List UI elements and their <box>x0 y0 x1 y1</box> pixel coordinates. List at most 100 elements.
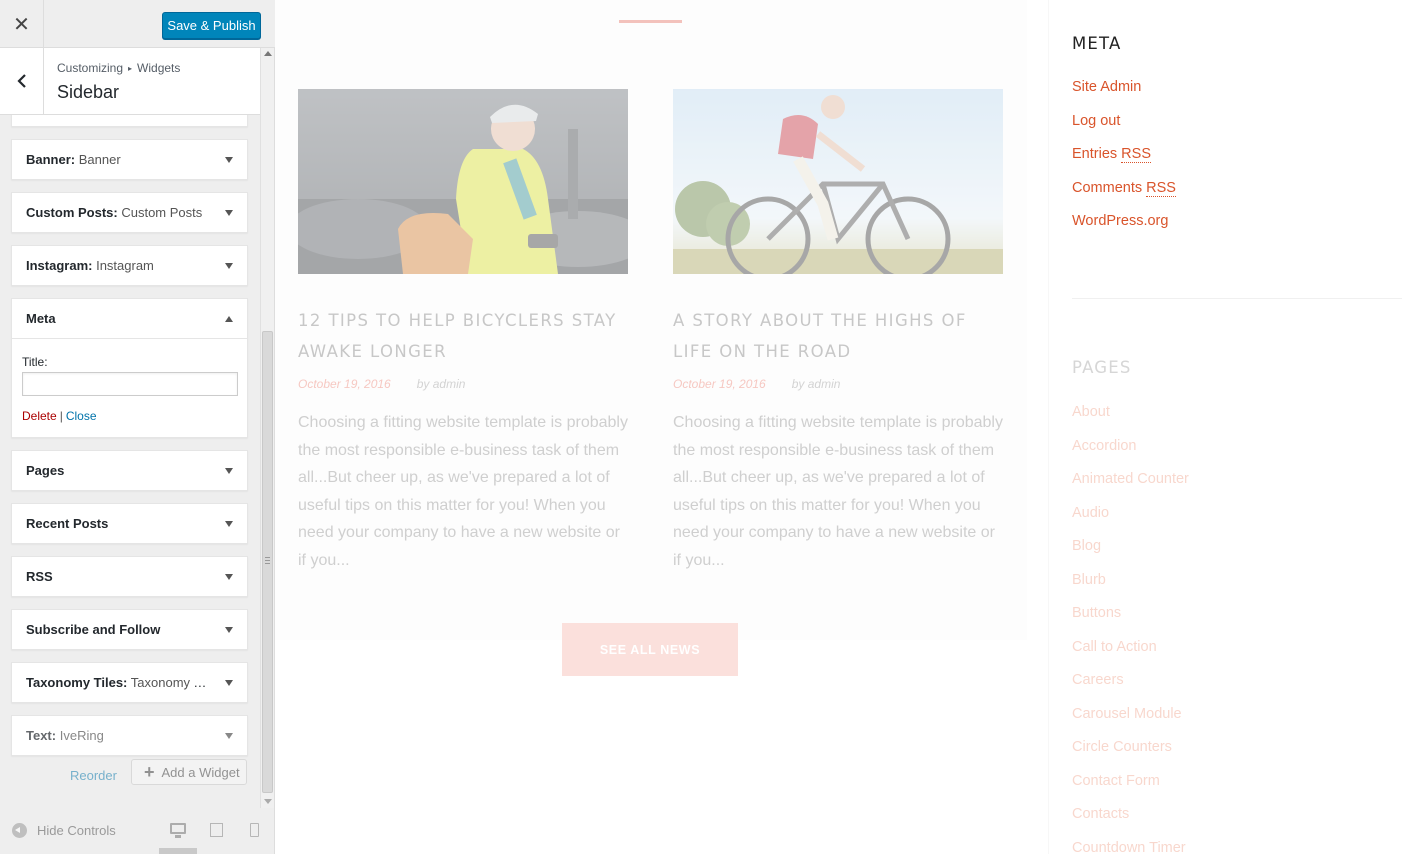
page-link[interactable]: Contact Form <box>1072 773 1160 789</box>
widget-pages[interactable]: Pages <box>11 450 248 491</box>
widget-type: Pages <box>26 463 65 478</box>
page-link[interactable]: About <box>1072 404 1110 420</box>
expand-arrow-icon[interactable] <box>225 262 233 269</box>
post-author[interactable]: by admin <box>417 377 466 391</box>
section-title: Sidebar <box>57 82 120 102</box>
expand-arrow-icon[interactable] <box>225 573 233 580</box>
add-widget-label: Add a Widget <box>161 764 240 780</box>
close-icon: ✕ <box>13 12 30 36</box>
widget-header[interactable]: Meta <box>12 299 247 338</box>
page-link[interactable]: Careers <box>1072 672 1124 688</box>
widget-header[interactable]: Banner: Banner <box>12 140 247 179</box>
meta-link-comments-rss[interactable]: Comments RSS <box>1072 180 1176 197</box>
widget-header[interactable]: RSS <box>12 557 247 596</box>
expand-arrow-icon[interactable] <box>225 520 233 527</box>
meta-link-site-admin[interactable]: Site Admin <box>1072 79 1141 95</box>
post-title[interactable]: 12 TIPS TO HELP BICYCLERS STAY AWAKE LON… <box>298 305 628 367</box>
widget-banner[interactable]: Banner: Banner <box>11 139 248 180</box>
expand-arrow-icon[interactable] <box>225 679 233 686</box>
widget-type: Subscribe and Follow <box>26 622 161 637</box>
news-post: A STORY ABOUT THE HIGHS OF LIFE ON THE R… <box>673 89 1003 574</box>
delete-link[interactable]: Delete <box>22 409 57 423</box>
reorder-link[interactable]: Reorder <box>70 768 117 783</box>
hide-controls-label: Hide Controls <box>37 823 116 838</box>
breadcrumb: Customizing ▸ Widgets <box>57 61 180 75</box>
widget-type: Recent Posts <box>26 516 109 531</box>
post-image[interactable] <box>673 89 1003 274</box>
breadcrumb-separator: ▸ <box>128 64 133 73</box>
section-accent-line <box>619 20 682 23</box>
page-link[interactable]: Audio <box>1072 505 1109 521</box>
page-link[interactable]: Blog <box>1072 538 1101 554</box>
widget-list-footer: Reorder + Add a Widget <box>0 759 260 794</box>
meta-link-entries-rss[interactable]: Entries RSS <box>1072 146 1151 163</box>
widget-custom-posts[interactable]: Custom Posts: Custom Posts <box>11 192 248 233</box>
desktop-preview-icon[interactable] <box>170 823 186 838</box>
widget-header[interactable]: Taxonomy Tiles: Taxonomy Til... <box>12 663 247 702</box>
title-input[interactable] <box>22 372 238 396</box>
page-link[interactable]: Circle Counters <box>1072 739 1172 755</box>
widget-header[interactable]: Recent Posts <box>12 504 247 543</box>
mobile-preview-icon[interactable] <box>250 823 259 837</box>
widget-header[interactable]: Custom Posts: Custom Posts <box>12 193 247 232</box>
expand-arrow-icon[interactable] <box>225 156 233 163</box>
post-title[interactable]: A STORY ABOUT THE HIGHS OF LIFE ON THE R… <box>673 305 1003 367</box>
widget-recent-posts[interactable]: Recent Posts <box>11 503 248 544</box>
close-link[interactable]: Close <box>66 409 97 423</box>
see-all-news-button[interactable]: SEE ALL NEWS <box>562 623 738 676</box>
expand-arrow-icon[interactable] <box>225 209 233 216</box>
add-widget-button[interactable]: + Add a Widget <box>131 759 247 785</box>
active-device-indicator <box>159 848 197 854</box>
scrollbar[interactable] <box>260 48 274 808</box>
tablet-preview-icon[interactable] <box>210 823 223 837</box>
collapse-arrow-icon[interactable] <box>225 315 233 322</box>
widget-meta[interactable]: Meta Title: Delete | Close <box>11 298 248 438</box>
post-image[interactable] <box>298 89 628 274</box>
post-meta: October 19, 2016 by admin <box>673 377 1003 391</box>
widget-subscribe-follow[interactable]: Subscribe and Follow <box>11 609 248 650</box>
widget-name: Custom Posts <box>117 205 203 220</box>
scrollbar-thumb[interactable] <box>262 331 273 793</box>
page-link[interactable]: Countdown Timer <box>1072 840 1186 854</box>
widget-type: Banner: <box>26 152 76 167</box>
expand-arrow-icon[interactable] <box>225 626 233 633</box>
close-customizer-button[interactable]: ✕ <box>0 0 44 48</box>
page-link[interactable]: Call to Action <box>1072 639 1157 655</box>
widget-header[interactable]: Subscribe and Follow <box>12 610 247 649</box>
widget-header[interactable]: Pages <box>12 451 247 490</box>
widget-instagram[interactable]: Instagram: Instagram <box>11 245 248 286</box>
page-link[interactable]: Accordion <box>1072 438 1136 454</box>
meta-link-log-out[interactable]: Log out <box>1072 113 1120 129</box>
scroll-up-arrow-icon[interactable] <box>264 51 272 56</box>
collapse-arrow-icon <box>12 823 27 838</box>
post-author[interactable]: by admin <box>792 377 841 391</box>
widget-type: Meta <box>26 311 56 326</box>
post-date[interactable]: October 19, 2016 <box>673 377 766 391</box>
page-link[interactable]: Carousel Module <box>1072 706 1182 722</box>
page-link[interactable]: Animated Counter <box>1072 471 1189 487</box>
back-button[interactable] <box>0 48 44 114</box>
widget-partial[interactable] <box>11 115 248 127</box>
widget-header[interactable]: Text: IveRing <box>12 716 247 755</box>
post-date[interactable]: October 19, 2016 <box>298 377 391 391</box>
pages-heading: PAGES <box>1072 358 1132 377</box>
widget-text[interactable]: Text: IveRing <box>11 715 248 756</box>
page-link[interactable]: Blurb <box>1072 572 1106 588</box>
widget-taxonomy-tiles[interactable]: Taxonomy Tiles: Taxonomy Til... <box>11 662 248 703</box>
expand-arrow-icon[interactable] <box>225 732 233 739</box>
hide-controls-button[interactable]: Hide Controls <box>12 823 116 838</box>
meta-link-wordpress-org[interactable]: WordPress.org <box>1072 213 1168 229</box>
widget-header[interactable]: Instagram: Instagram <box>12 246 247 285</box>
page-link[interactable]: Buttons <box>1072 605 1121 621</box>
grip-icon <box>265 557 270 564</box>
customizer-panel: ✕ Save & Publish Customizing ▸ Widgets Sid… <box>0 0 275 854</box>
save-publish-button[interactable]: Save & Publish <box>162 12 261 39</box>
expand-arrow-icon[interactable] <box>225 467 233 474</box>
customizer-topbar: ✕ Save & Publish <box>0 0 275 48</box>
widget-scroll-area[interactable]: Banner: Banner Custom Posts: Custom Post… <box>0 115 260 815</box>
scroll-down-arrow-icon[interactable] <box>264 799 272 804</box>
page-link[interactable]: Contacts <box>1072 806 1129 822</box>
breadcrumb-parent: Customizing <box>57 61 124 75</box>
widget-name: Banner <box>75 152 121 167</box>
widget-rss[interactable]: RSS <box>11 556 248 597</box>
